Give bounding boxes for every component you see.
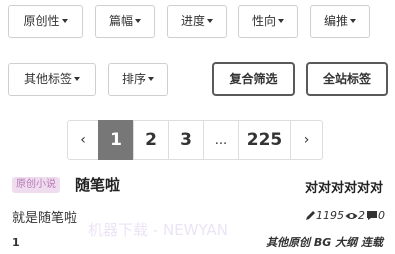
filter-length-label: 篇幅 bbox=[108, 14, 133, 28]
page-number: 1 bbox=[110, 130, 122, 150]
page-1-button[interactable]: 1 bbox=[98, 120, 134, 160]
prev-page-button[interactable]: ‹ bbox=[67, 120, 99, 160]
site-tags-label: 全站标签 bbox=[322, 72, 371, 86]
filter-other-tags-dropdown[interactable]: 其他标签 bbox=[8, 63, 96, 96]
comment-icon bbox=[367, 211, 377, 220]
composite-filter-button[interactable]: 复合筛选 bbox=[212, 62, 295, 96]
page-number: 2 bbox=[145, 130, 157, 150]
sort-label: 排序 bbox=[121, 72, 146, 86]
story-tags: 其他原创 BG 大纲 连载 bbox=[266, 236, 383, 249]
eye-icon bbox=[345, 212, 358, 219]
filter-editor-pick-label: 编推 bbox=[323, 14, 348, 28]
filter-orientation-dropdown[interactable]: 性向 bbox=[238, 5, 298, 38]
caret-down-icon bbox=[135, 19, 141, 23]
filter-editor-pick-dropdown[interactable]: 编推 bbox=[310, 5, 370, 38]
next-page-button[interactable]: › bbox=[290, 120, 323, 160]
story-title-link[interactable]: 随笔啦 bbox=[75, 174, 120, 195]
pagination: ‹ 1 2 3 ... 225 › bbox=[67, 120, 323, 160]
story-author-link[interactable]: 对对对对对对 bbox=[305, 177, 383, 196]
page-3-button[interactable]: 3 bbox=[168, 120, 204, 160]
sort-dropdown[interactable]: 排序 bbox=[108, 63, 168, 96]
caret-down-icon bbox=[74, 77, 80, 81]
filter-originality-label: 原创性 bbox=[23, 14, 60, 28]
comment-count: 0 bbox=[378, 209, 385, 222]
page-last-button[interactable]: 225 bbox=[238, 120, 291, 160]
filter-orientation-label: 性向 bbox=[251, 14, 276, 28]
pen-icon bbox=[306, 211, 315, 220]
page-number: 3 bbox=[180, 130, 192, 150]
composite-filter-label: 复合筛选 bbox=[229, 72, 278, 86]
chapter-count: 1 bbox=[12, 236, 20, 249]
caret-down-icon bbox=[207, 19, 213, 23]
page-number: 225 bbox=[246, 130, 283, 150]
page-ellipsis: ... bbox=[203, 120, 239, 160]
word-count: 1195 bbox=[316, 209, 344, 222]
filter-progress-dropdown[interactable]: 进度 bbox=[167, 5, 227, 38]
chevron-right-icon: › bbox=[303, 132, 310, 148]
filter-progress-label: 进度 bbox=[180, 14, 205, 28]
filter-originality-dropdown[interactable]: 原创性 bbox=[8, 5, 83, 38]
page-2-button[interactable]: 2 bbox=[133, 120, 169, 160]
story-category-badge: 原创小说 bbox=[12, 177, 60, 193]
filter-length-dropdown[interactable]: 篇幅 bbox=[95, 5, 155, 38]
story-summary: 就是随笔啦 bbox=[12, 211, 78, 226]
caret-down-icon bbox=[148, 77, 154, 81]
caret-down-icon bbox=[278, 19, 284, 23]
ellipsis-text: ... bbox=[214, 132, 228, 148]
chevron-left-icon: ‹ bbox=[80, 132, 86, 148]
watermark-text: 机器下载 - NEWYAN bbox=[88, 221, 228, 239]
story-stats: 1195 2 0 bbox=[305, 209, 385, 222]
site-tags-button[interactable]: 全站标签 bbox=[306, 62, 388, 96]
view-count: 2 bbox=[358, 209, 365, 222]
caret-down-icon bbox=[350, 19, 356, 23]
filter-other-tags-label: 其他标签 bbox=[23, 72, 72, 86]
caret-down-icon bbox=[61, 19, 68, 23]
